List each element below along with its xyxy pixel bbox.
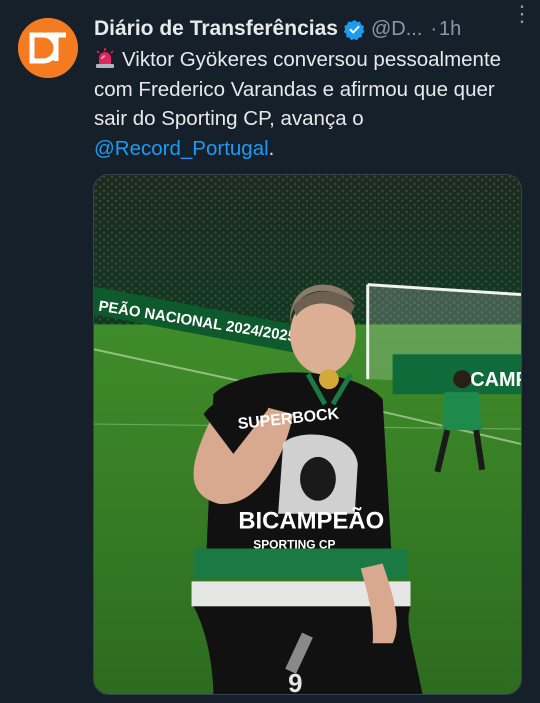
tweet-text-end: . <box>268 136 275 160</box>
avatar[interactable] <box>18 18 78 78</box>
board-text: CAMP <box>470 369 521 391</box>
avatar-logo-icon <box>18 18 78 78</box>
tweet-photo[interactable]: PEÃO NACIONAL 2024/2025 CAMP 9 <box>93 174 522 695</box>
author-name[interactable]: Diário de Transferências <box>94 17 338 41</box>
shorts-number: 9 <box>288 670 302 694</box>
more-options-icon[interactable]: ⋮ <box>508 3 536 30</box>
tweet-text: Viktor Gyökeres conversou pessoalmente c… <box>94 45 524 163</box>
tweet[interactable]: Diário de Transferências @D... · 1h ⋮ Vi… <box>0 0 540 703</box>
tweet-header: Diário de Transferências @D... · 1h <box>94 12 526 46</box>
police-light-icon <box>94 48 116 68</box>
shirt-print-line2: SPORTING CP <box>253 538 335 552</box>
separator-dot: · <box>430 17 438 40</box>
tweet-text-body: Viktor Gyökeres conversou pessoalmente c… <box>94 48 502 130</box>
verified-badge-icon <box>343 19 365 40</box>
timestamp[interactable]: 1h <box>439 18 461 41</box>
author-handle[interactable]: @D... <box>371 18 422 41</box>
mention-link[interactable]: @Record_Portugal <box>94 137 269 160</box>
shirt-print-line1: BICAMPEÃO <box>238 507 384 535</box>
